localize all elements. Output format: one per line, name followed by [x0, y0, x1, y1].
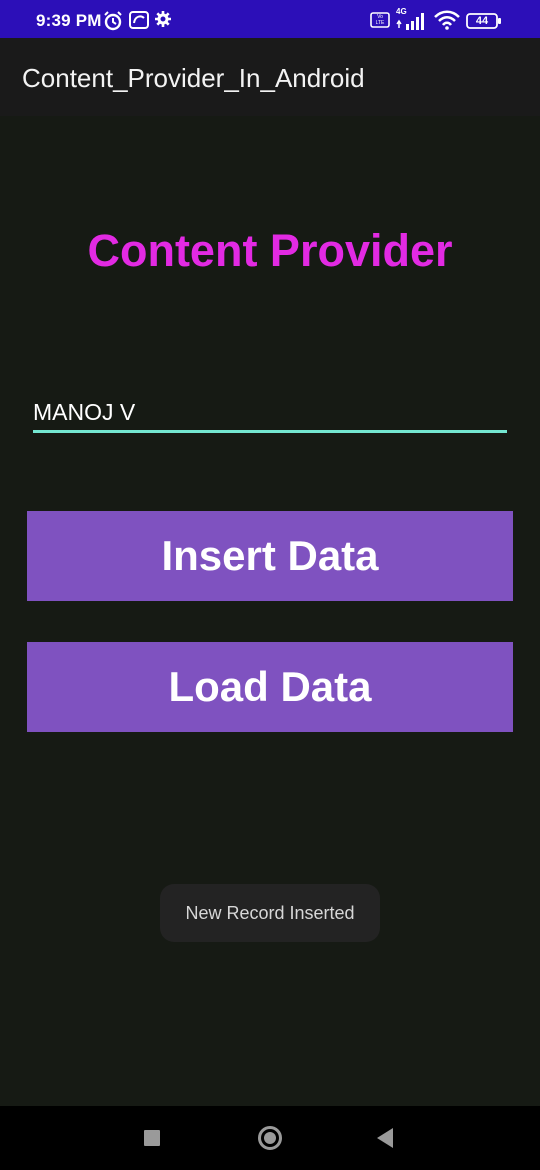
insert-data-button[interactable]: Insert Data — [27, 511, 513, 601]
volte-label: Vo LTE — [375, 14, 385, 26]
home-icon[interactable] — [258, 1126, 282, 1150]
status-bar: 9:39 PM Vo LTE 4G 44 — [0, 0, 540, 38]
back-icon[interactable] — [377, 1128, 393, 1148]
toast-message: New Record Inserted — [160, 884, 380, 942]
alarm-icon — [102, 10, 124, 37]
network-type: 4G — [396, 7, 407, 16]
volte-icon: Vo LTE — [370, 12, 390, 33]
signal-icon: 4G — [394, 7, 428, 37]
load-data-button[interactable]: Load Data — [27, 642, 513, 732]
home-icon-dot — [264, 1132, 276, 1144]
gear-icon — [154, 10, 172, 33]
app-title: Content_Provider_In_Android — [22, 63, 365, 93]
battery-icon: 44 — [466, 13, 502, 34]
wifi-icon — [434, 10, 460, 35]
main-content: Content Provider Insert Data Load Data N… — [0, 116, 540, 1106]
status-time: 9:39 PM — [36, 11, 102, 30]
recents-icon[interactable] — [144, 1130, 160, 1146]
page-title: Content Provider — [87, 225, 453, 276]
app-bar: Content_Provider_In_Android — [0, 38, 540, 116]
hotstar-icon — [129, 10, 149, 35]
name-input[interactable] — [33, 394, 507, 433]
navigation-bar — [0, 1106, 540, 1170]
battery-level: 44 — [475, 15, 489, 27]
